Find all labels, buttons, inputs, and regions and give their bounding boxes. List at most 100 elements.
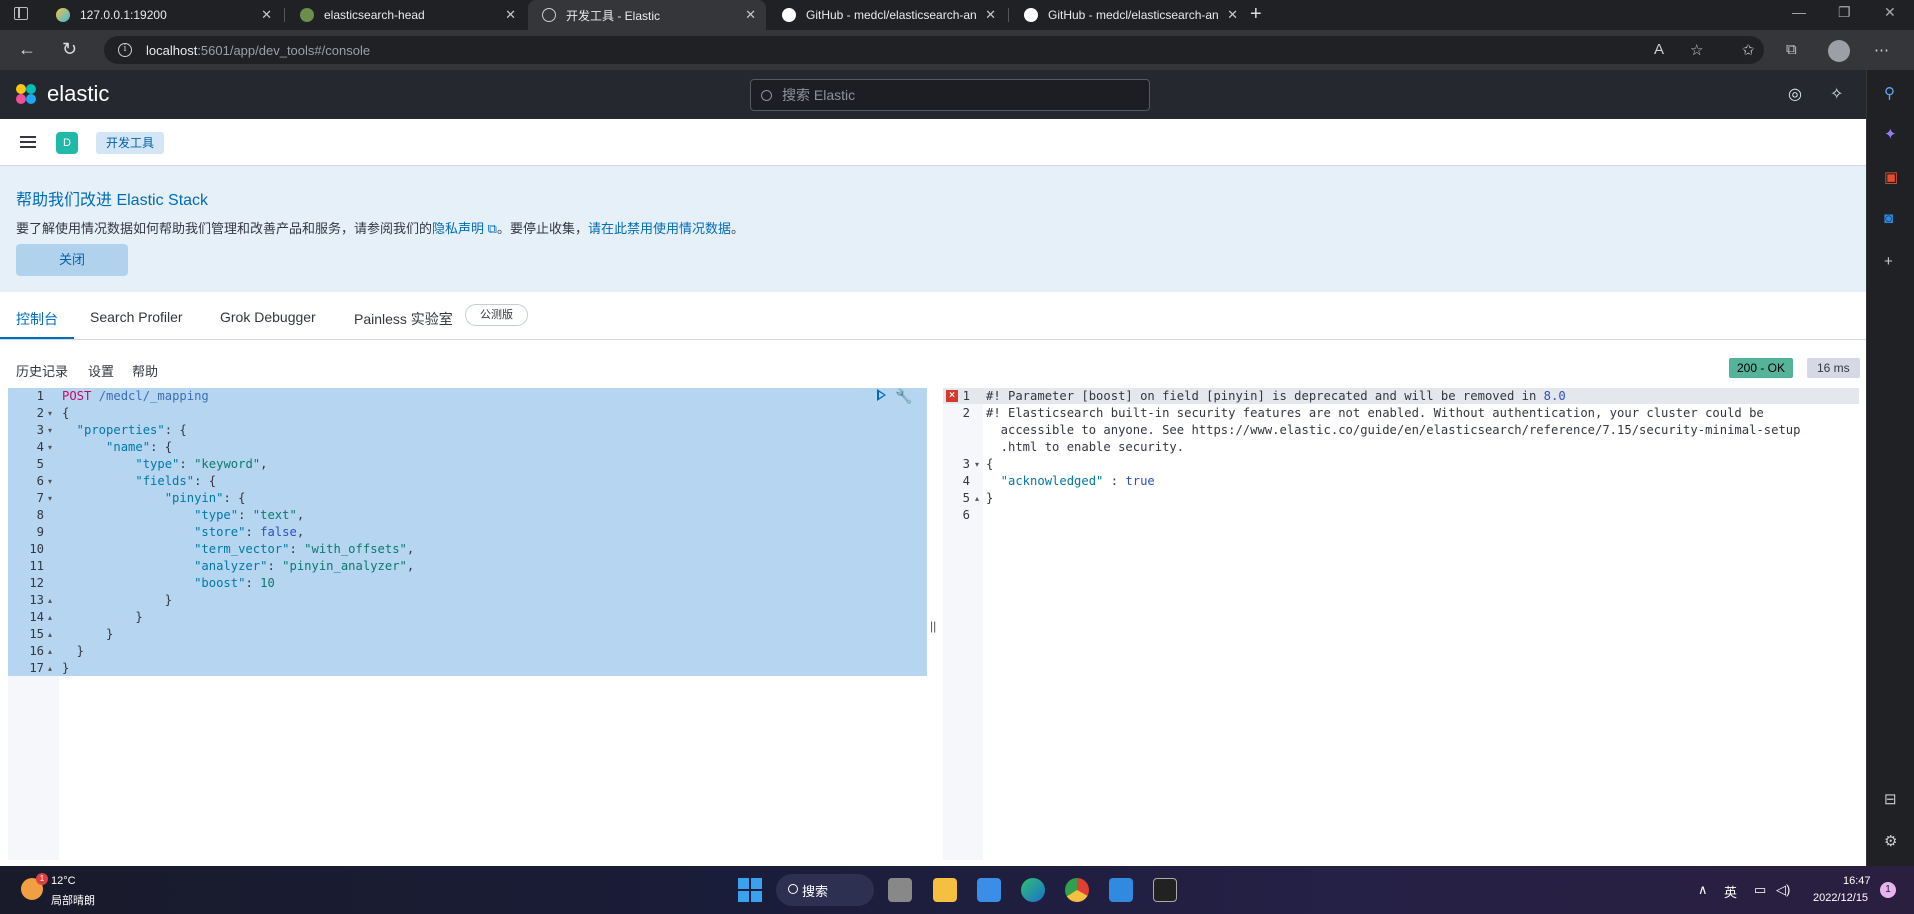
fold-toggle-icon[interactable]: ▴: [48, 664, 52, 673]
restore-icon[interactable]: ❐: [1838, 4, 1851, 21]
close-tab-icon[interactable]: ✕: [505, 7, 516, 23]
notification-badge[interactable]: 1: [1880, 882, 1896, 898]
fold-toggle-icon[interactable]: ▴: [48, 647, 52, 656]
help-icon[interactable]: ◎: [1788, 84, 1802, 104]
add-icon[interactable]: +: [1884, 253, 1893, 270]
profile-avatar[interactable]: [1828, 40, 1850, 62]
favorites-icon[interactable]: ✩: [1742, 41, 1755, 59]
browser-tab[interactable]: GitHub - medcl/elasticsearch-ana… ✕: [1010, 0, 1248, 30]
sidebar-toggle-icon[interactable]: ⊟: [1884, 790, 1897, 808]
send-request-icon[interactable]: [877, 389, 886, 401]
privacy-link[interactable]: 隐私声明: [432, 221, 484, 236]
volume-icon[interactable]: ◁): [1776, 882, 1790, 898]
global-search-input[interactable]: 搜索 Elastic: [750, 79, 1150, 111]
read-aloud-icon[interactable]: A: [1654, 41, 1664, 58]
tab-title: 开发工具 - Elastic: [566, 8, 661, 23]
clock-time[interactable]: 16:47: [1843, 875, 1871, 887]
breadcrumb[interactable]: 开发工具: [96, 132, 165, 154]
file-explorer-icon[interactable]: [933, 878, 957, 902]
search-icon[interactable]: ⚲: [1884, 84, 1895, 102]
resize-handle[interactable]: ||: [930, 619, 936, 633]
elastic-logo-icon[interactable]: [16, 84, 38, 106]
office-icon[interactable]: ▣: [1884, 168, 1898, 186]
clock-date[interactable]: 2022/12/15: [1813, 892, 1868, 904]
more-menu-icon[interactable]: ⋯: [1874, 41, 1889, 59]
fold-toggle-icon[interactable]: ▴: [48, 596, 52, 605]
chrome-icon[interactable]: [1065, 878, 1089, 902]
history-link[interactable]: 历史记录: [16, 361, 68, 380]
code-line: {: [986, 457, 994, 471]
tab-search-profiler[interactable]: Search Profiler: [90, 309, 183, 325]
status-badge: 200 - OK: [1729, 358, 1794, 378]
code-line: }: [62, 661, 70, 675]
weather-temperature[interactable]: 12°C: [51, 875, 76, 887]
fold-toggle-icon[interactable]: ▴: [48, 630, 52, 639]
gear-icon[interactable]: ⚙: [1884, 832, 1897, 850]
fold-toggle-icon[interactable]: ▾: [48, 426, 52, 435]
back-icon[interactable]: ←: [18, 39, 36, 60]
code-line: "boost": 10: [62, 576, 275, 590]
fold-toggle-icon[interactable]: ▾: [975, 460, 979, 469]
copilot-icon[interactable]: ✦: [1884, 125, 1897, 143]
space-avatar[interactable]: D: [56, 132, 78, 154]
menu-icon[interactable]: [20, 136, 36, 148]
tab-actions-icon[interactable]: [14, 7, 28, 20]
new-tab-icon[interactable]: +: [1250, 3, 1262, 26]
refresh-icon[interactable]: ↻: [62, 39, 77, 60]
fold-toggle-icon[interactable]: ▾: [48, 477, 52, 486]
minimize-icon[interactable]: —: [1792, 4, 1806, 20]
network-icon[interactable]: ▭: [1754, 882, 1766, 898]
line-number: 16: [29, 644, 44, 658]
close-callout-button[interactable]: 关闭: [16, 244, 128, 276]
elastic-brand[interactable]: elastic: [47, 81, 109, 107]
outlook-icon[interactable]: ◙: [1884, 210, 1893, 227]
tab-console[interactable]: 控制台: [16, 309, 58, 329]
close-tab-icon[interactable]: ✕: [1227, 7, 1238, 23]
url-input[interactable]: i localhost:5601/app/dev_tools#/console: [104, 36, 1764, 64]
fold-toggle-icon[interactable]: ▾: [48, 443, 52, 452]
disable-usage-link[interactable]: 请在此禁用使用情况数据: [588, 221, 731, 236]
close-window-icon[interactable]: ✕: [1884, 4, 1896, 21]
news-feed-icon[interactable]: ✧: [1830, 84, 1843, 104]
chevron-up-icon[interactable]: ∧: [1698, 882, 1708, 898]
browser-tab[interactable]: GitHub - medcl/elasticsearch-ana… ✕: [768, 0, 1006, 30]
fold-toggle-icon[interactable]: ▾: [48, 494, 52, 503]
wrench-icon[interactable]: 🔧: [895, 388, 912, 405]
close-tab-icon[interactable]: ✕: [261, 7, 272, 23]
code-line: accessible to anyone. See https://www.el…: [986, 423, 1801, 437]
windows-taskbar: 1 12°C 局部晴朗 搜索 ∧ 英 ▭ ◁) 16:47 2022/12/15…: [0, 866, 1914, 914]
line-number: 14: [29, 610, 44, 624]
code-line: "pinyin": {: [62, 491, 246, 505]
fold-toggle-icon[interactable]: ▴: [48, 613, 52, 622]
terminal-icon[interactable]: [1153, 878, 1177, 902]
taskbar-search[interactable]: 搜索: [776, 874, 874, 906]
settings-link[interactable]: 设置: [88, 361, 114, 380]
close-tab-icon[interactable]: ✕: [985, 7, 996, 23]
taskbar-search-label: 搜索: [802, 883, 829, 899]
devtools-favicon-icon: [542, 8, 556, 22]
store-icon[interactable]: [977, 878, 1001, 902]
browser-tab[interactable]: elasticsearch-head ✕: [286, 0, 526, 30]
fold-toggle-icon[interactable]: ▴: [975, 494, 979, 503]
tab-title: 127.0.0.1:19200: [80, 8, 167, 22]
task-view-icon[interactable]: [888, 878, 912, 902]
line-number: 2: [962, 406, 970, 420]
fold-toggle-icon[interactable]: ▾: [48, 409, 52, 418]
tab-grok-debugger[interactable]: Grok Debugger: [220, 309, 316, 325]
favorite-star-icon[interactable]: ☆: [1690, 41, 1703, 59]
code-line: "type": "keyword",: [62, 457, 268, 471]
collections-icon[interactable]: ⧉: [1786, 41, 1797, 58]
weather-description[interactable]: 局部晴朗: [51, 892, 95, 908]
tab-painless-lab[interactable]: Painless 实验室: [354, 309, 453, 329]
code-line: .html to enable security.: [986, 440, 1185, 454]
help-link[interactable]: 帮助: [132, 361, 158, 380]
edge-icon[interactable]: [1021, 878, 1045, 902]
github-icon: [782, 8, 796, 22]
browser-tab[interactable]: 127.0.0.1:19200 ✕: [42, 0, 282, 30]
windows-start-icon[interactable]: [738, 878, 762, 902]
site-info-icon[interactable]: i: [118, 43, 132, 57]
ime-indicator[interactable]: 英: [1724, 882, 1737, 901]
browser-tab-active[interactable]: 开发工具 - Elastic ✕: [528, 0, 766, 30]
vscode-icon[interactable]: [1109, 878, 1133, 902]
close-tab-icon[interactable]: ✕: [745, 7, 756, 23]
